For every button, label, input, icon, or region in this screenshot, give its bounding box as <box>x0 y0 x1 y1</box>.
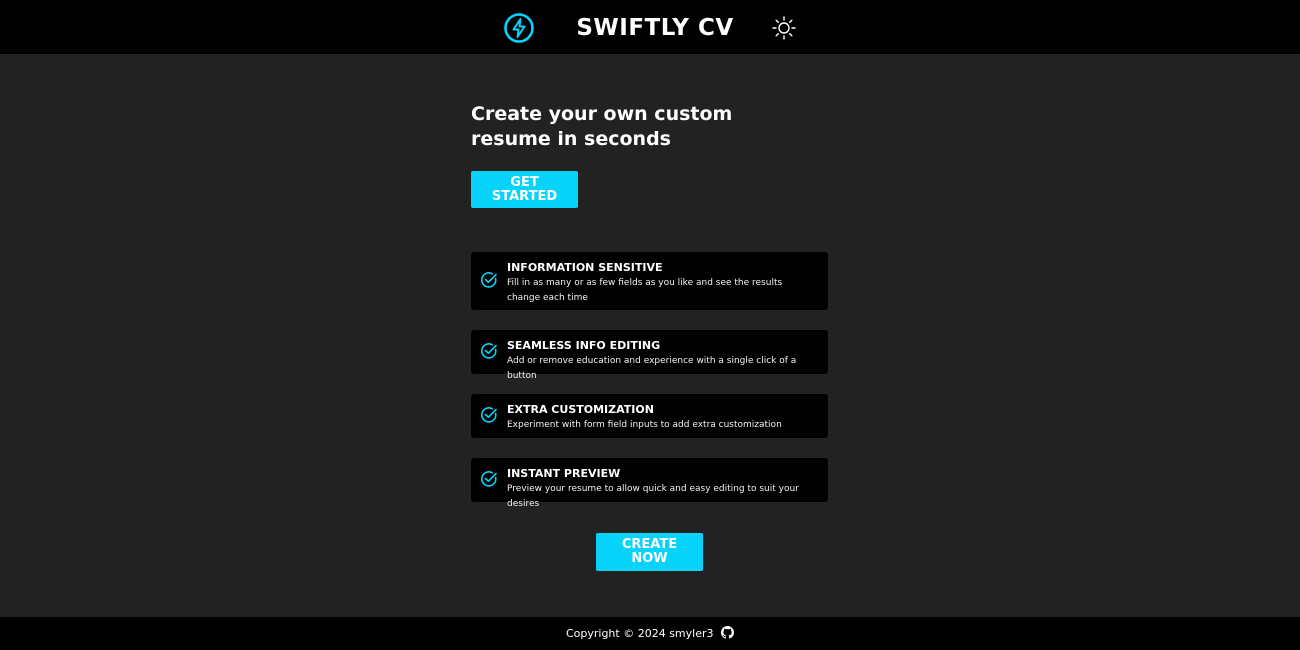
copyright-text: Copyright © 2024 smyler3 <box>565 627 714 640</box>
check-circle-icon <box>480 272 497 288</box>
feature-card: INFORMATION SENSITIVE Fill in as many or… <box>471 252 828 310</box>
hero-headline: Create your own custom resume in seconds <box>471 103 733 150</box>
app-title: SWIFTLY CV <box>576 15 734 41</box>
feature-description: Fill in as many or as few fields as you … <box>507 278 783 303</box>
check-circle-icon <box>480 343 497 359</box>
create-now-button[interactable]: CREATE NOW <box>596 533 703 571</box>
footer: Copyright © 2024 smyler3 <box>0 617 1300 650</box>
theme-toggle-button[interactable] <box>770 14 798 42</box>
github-icon <box>721 626 735 639</box>
lightning-bolt-icon <box>504 13 534 43</box>
feature-card: EXTRA CUSTOMIZATION Experiment with form… <box>471 394 828 438</box>
feature-title: INFORMATION SENSITIVE <box>507 261 663 274</box>
check-circle-icon <box>480 407 497 423</box>
top-bar: SWIFTLY CV <box>0 0 1300 54</box>
get-started-button[interactable]: GET STARTED <box>471 171 578 208</box>
check-circle-icon <box>480 471 497 487</box>
sun-icon <box>772 16 796 40</box>
feature-title: EXTRA CUSTOMIZATION <box>507 403 654 416</box>
github-link[interactable] <box>717 626 735 640</box>
feature-list: INFORMATION SENSITIVE Fill in as many or… <box>471 252 831 509</box>
feature-card: SEAMLESS INFO EDITING Add or remove educ… <box>471 330 828 381</box>
main-content: Create your own custom resume in seconds… <box>471 54 831 509</box>
feature-title: SEAMLESS INFO EDITING <box>507 339 661 352</box>
feature-description: Experiment with form field inputs to add… <box>507 420 782 430</box>
feature-card: INSTANT PREVIEW Preview your resume to a… <box>471 458 828 509</box>
feature-title: INSTANT PREVIEW <box>507 467 621 480</box>
feature-description: Add or remove education and experience w… <box>507 356 797 381</box>
feature-description: Preview your resume to allow quick and e… <box>507 484 799 509</box>
